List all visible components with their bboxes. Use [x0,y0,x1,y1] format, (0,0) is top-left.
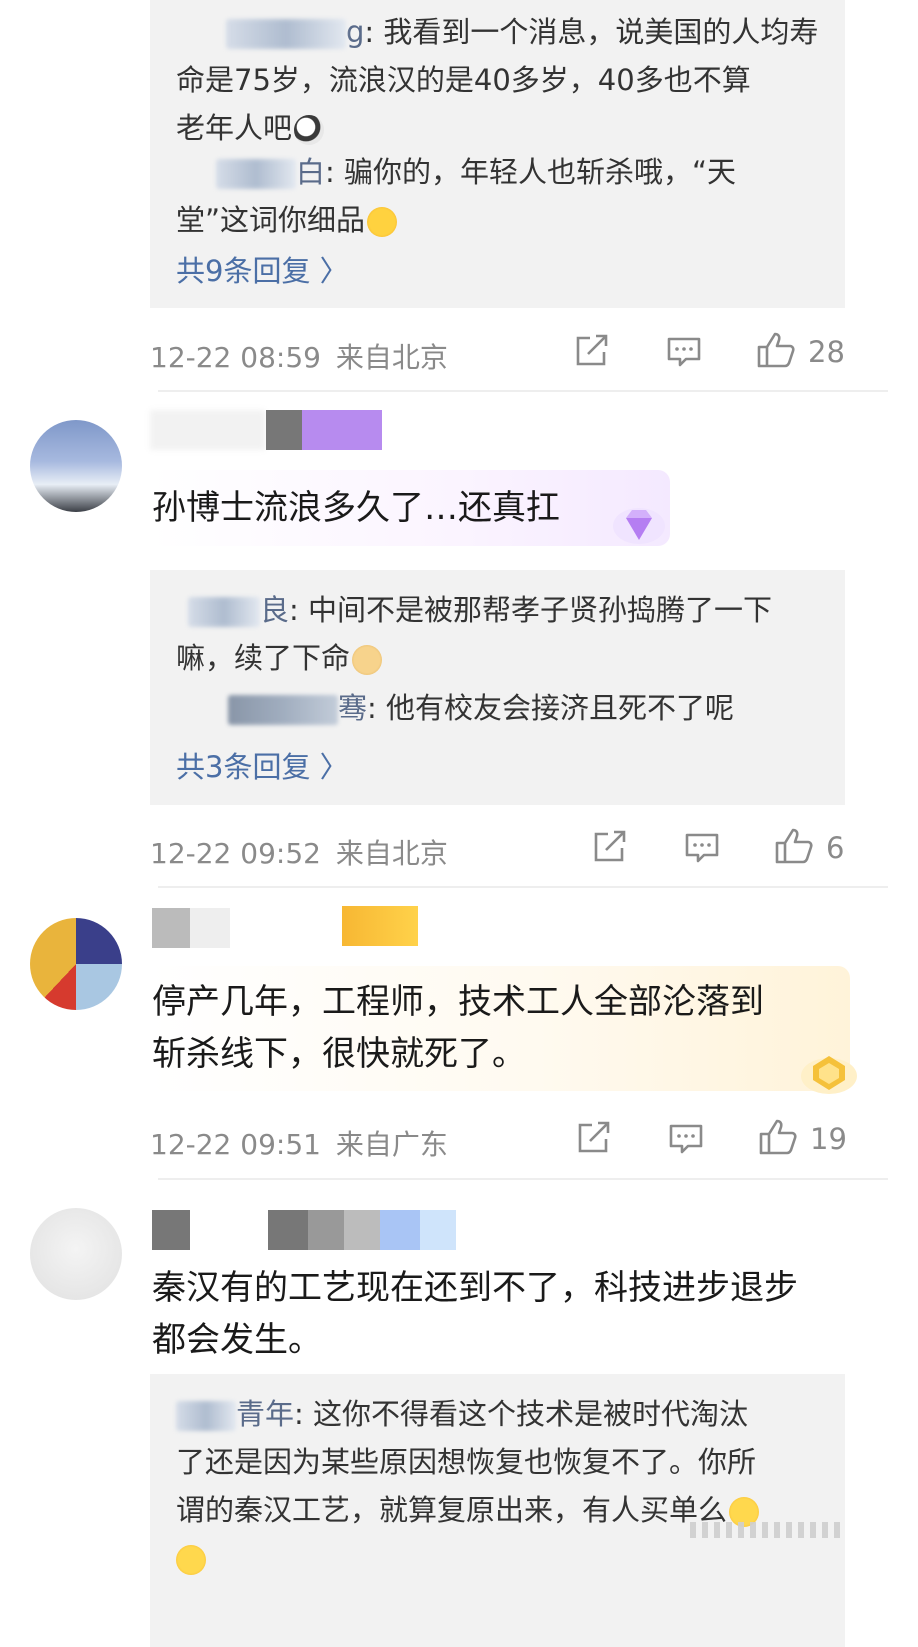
user-badge [268,1210,308,1250]
user-badge [342,906,418,946]
comment-location: 来自广东 [335,1128,448,1161]
doge-emoji-icon [352,645,383,675]
reply-item[interactable]: 白: 骗你的，年轻人也斩杀哦，“天 堂”这词你细品 [176,148,836,244]
comment-time: 12-22 08:59 [150,341,321,374]
watermark [690,1522,840,1538]
username-blurred[interactable] [152,1210,190,1250]
thumbs-up-icon[interactable] [756,331,796,369]
diamond-badge-icon [612,500,666,546]
comment-text: 停产几年，工程师，技术工人全部沦落到 斩杀线下，很快就死了。 [152,982,764,1074]
divider [158,886,888,888]
like-count: 6 [826,831,845,865]
user-badge [380,1210,420,1250]
gold-badge-icon [800,1046,858,1096]
comment-icon[interactable] [666,336,702,368]
username-blurred[interactable] [190,908,230,948]
comment-text: 秦汉有的工艺现在还到不了，科技进步退步 都会发生。 [152,1268,798,1360]
user-badge [344,1210,380,1250]
more-replies-link[interactable]: 共3条回复 〉 [176,744,349,786]
thumbs-up-icon[interactable] [758,1118,798,1156]
comment-time: 12-22 09:51 [150,1128,321,1161]
like-count: 19 [810,1122,847,1156]
comment-meta: 12-22 08:59 来自北京 [150,336,448,376]
username-blurred[interactable] [150,410,265,450]
share-icon[interactable] [592,830,628,864]
share-icon[interactable] [576,1121,612,1155]
reply-author[interactable] [176,1401,236,1431]
reply-item[interactable]: 良: 中间不是被那帮孝子贤孙捣腾了一下 嘛，续了下命 [176,586,836,682]
smirk-emoji-icon [176,1545,206,1575]
username-blurred[interactable] [152,908,190,948]
avatar[interactable] [30,1208,122,1300]
thumbs-up-icon[interactable] [774,827,814,865]
comment-meta: 12-22 09:51 来自广东 [150,1123,448,1163]
comment-location: 来自北京 [335,341,448,374]
comment-icon[interactable] [668,1123,704,1155]
comment-location: 来自北京 [335,837,448,870]
yum-emoji-icon [367,207,398,237]
divider [158,1178,888,1180]
user-badge [420,1210,456,1250]
comment-icon[interactable] [684,832,720,864]
share-icon[interactable] [574,334,610,368]
like-count: 28 [808,335,845,369]
divider [158,390,888,392]
user-badge [308,1210,344,1250]
panda-emoji-icon [294,115,325,145]
reply-item[interactable]: 青年: 这你不得看这个技术是被时代淘汰 了还是因为某些原因想恢复也恢复不了。你所… [176,1390,836,1582]
avatar[interactable] [30,420,122,512]
reply-author[interactable] [188,597,260,627]
avatar[interactable] [30,918,122,1010]
reply-author[interactable] [228,695,338,725]
comment-meta: 12-22 09:52 来自北京 [150,832,448,872]
user-badge [266,410,302,450]
reply-author[interactable] [226,19,346,49]
comment-time: 12-22 09:52 [150,837,321,870]
user-badge [302,410,382,450]
comment-text: 孙博士流浪多久了…还真扛 [152,488,560,528]
reply-item[interactable]: 骞: 他有校友会接济且死不了呢 [176,684,836,732]
reply-item[interactable]: g: 我看到一个消息，说美国的人均寿 命是75岁，流浪汉的是40多岁，40多也不… [176,8,836,152]
reply-author[interactable] [216,159,296,189]
more-replies-link[interactable]: 共9条回复 〉 [176,248,349,290]
